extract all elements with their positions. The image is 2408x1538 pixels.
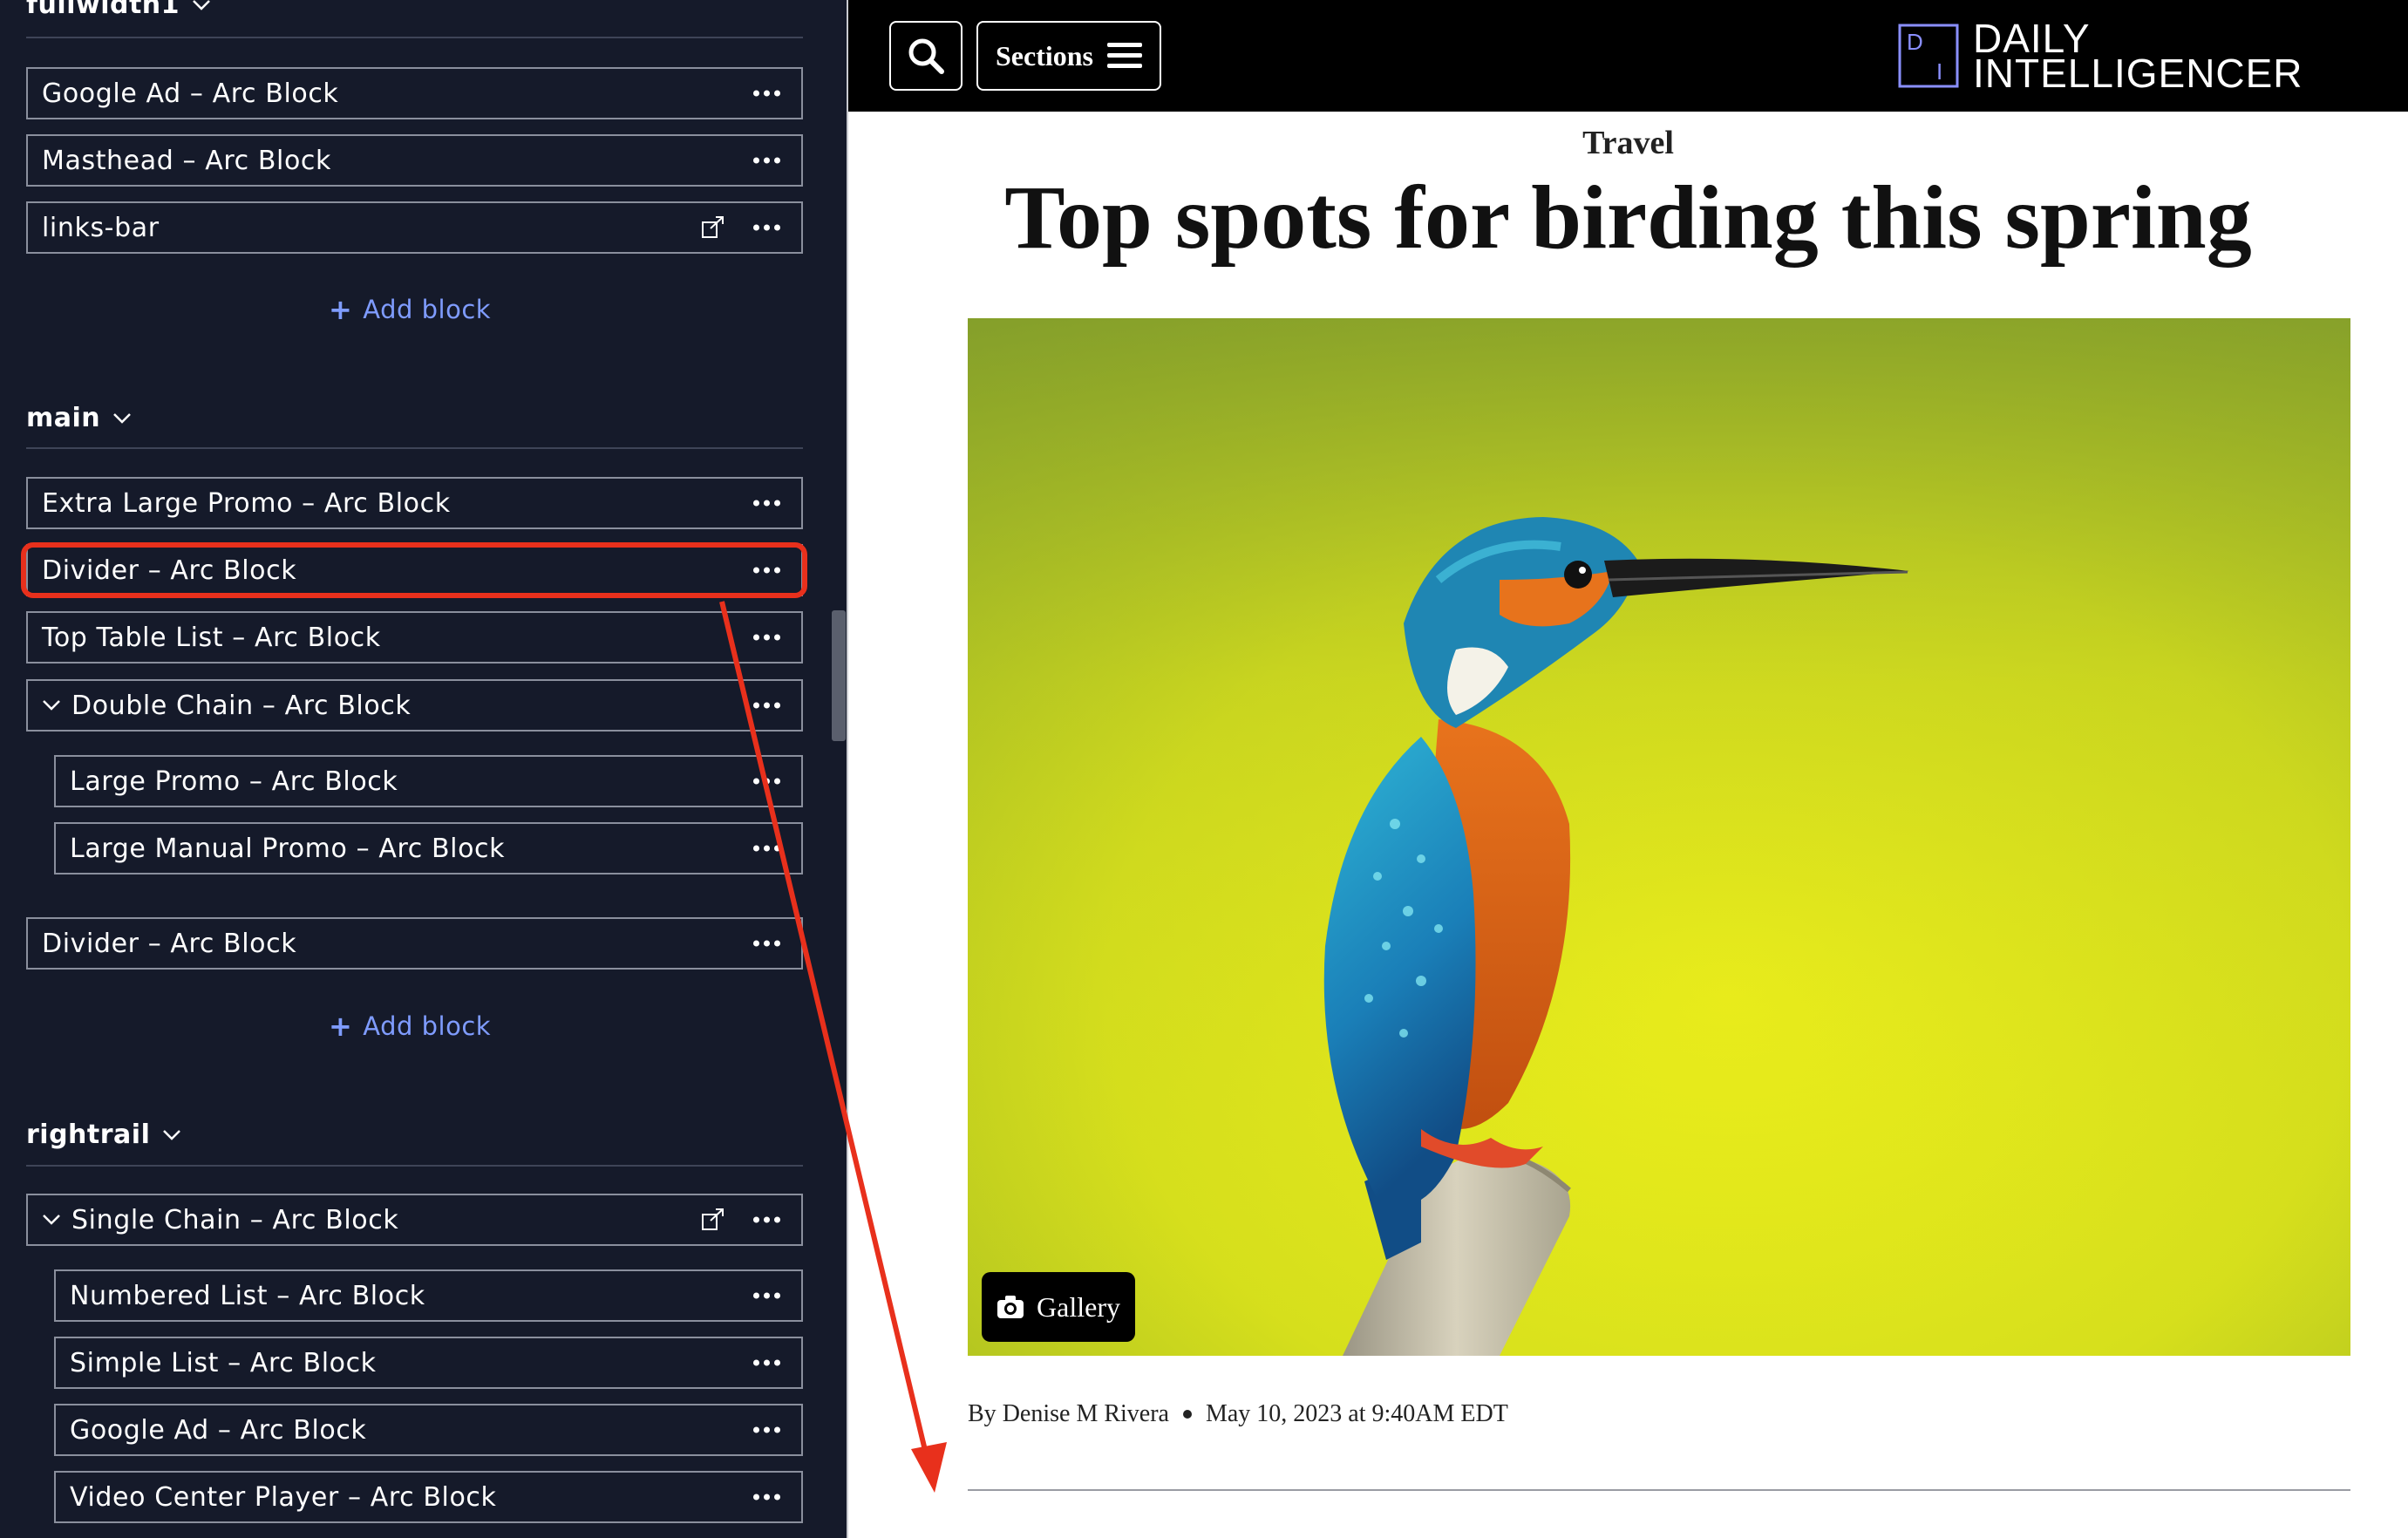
logo-mark-icon: D I xyxy=(1898,24,1959,88)
block-label: Extra Large Promo – Arc Block xyxy=(42,487,451,519)
svg-text:D: D xyxy=(1907,29,1923,55)
editor-panel: fullwidth1 Google Ad – Arc Block Masthea… xyxy=(0,0,847,1538)
section-title: fullwidth1 xyxy=(26,0,180,20)
search-button[interactable] xyxy=(889,21,963,91)
site-logo[interactable]: D I DAILY INTELLIGENCER xyxy=(1898,18,2303,96)
byline-prefix: By xyxy=(968,1400,997,1427)
logo-line-2: INTELLIGENCER xyxy=(1973,51,2303,96)
sections-label: Sections xyxy=(996,39,1093,71)
article-byline: By Denise M Rivera May 10, 2023 at 9:40A… xyxy=(968,1400,1508,1428)
more-options-icon[interactable] xyxy=(753,1359,780,1366)
annotation-highlight-box xyxy=(21,542,807,598)
article-headline: Top spots for birding this spring xyxy=(1004,167,2252,268)
site-header: Sections D I DAILY INTELLIGENCER xyxy=(848,0,2408,112)
gallery-button[interactable]: Gallery xyxy=(982,1272,1135,1342)
more-options-icon[interactable] xyxy=(753,1494,780,1501)
block-row-nested[interactable]: Large Promo – Arc Block xyxy=(54,755,803,807)
external-link-icon[interactable] xyxy=(700,214,726,241)
add-block-button[interactable]: + Add block xyxy=(0,1011,820,1041)
panel-scrollbar[interactable] xyxy=(832,610,846,741)
search-icon xyxy=(908,38,944,74)
block-label: Simple List – Arc Block xyxy=(70,1347,377,1378)
sections-menu-button[interactable]: Sections xyxy=(976,21,1161,91)
section-title: rightrail xyxy=(26,1119,151,1150)
section-header-main[interactable]: main xyxy=(26,403,132,433)
block-row-expandable[interactable]: Single Chain – Arc Block xyxy=(26,1194,803,1246)
external-link-icon[interactable] xyxy=(700,1207,726,1233)
chevron-down-icon xyxy=(163,1129,181,1140)
block-row[interactable]: Extra Large Promo – Arc Block xyxy=(26,477,803,529)
camera-icon xyxy=(997,1296,1024,1318)
chevron-down-icon xyxy=(113,412,132,424)
more-options-icon[interactable] xyxy=(753,157,780,164)
more-options-icon[interactable] xyxy=(753,500,780,507)
more-options-icon[interactable] xyxy=(753,1216,780,1223)
section-title: main xyxy=(26,403,101,433)
article-divider xyxy=(968,1489,2350,1491)
hero-image-kingfisher[interactable]: Gallery xyxy=(968,318,2350,1356)
block-row-nested[interactable]: Google Ad – Arc Block xyxy=(54,1404,803,1456)
add-block-label: Add block xyxy=(363,1011,492,1041)
chevron-down-icon xyxy=(193,0,210,10)
more-options-icon[interactable] xyxy=(753,1426,780,1433)
publish-date: May 10, 2023 at 9:40AM EDT xyxy=(1205,1400,1508,1427)
logo-wordmark: DAILY INTELLIGENCER xyxy=(1973,18,2303,96)
block-row[interactable]: Divider – Arc Block xyxy=(26,917,803,970)
block-row-nested[interactable]: Simple List – Arc Block xyxy=(54,1337,803,1389)
block-label: Large Promo – Arc Block xyxy=(70,766,398,797)
more-options-icon[interactable] xyxy=(753,634,780,641)
block-label: Top Table List – Arc Block xyxy=(42,622,381,653)
chevron-down-icon[interactable] xyxy=(42,1214,61,1226)
add-block-button[interactable]: + Add block xyxy=(0,295,820,324)
block-label: Masthead – Arc Block xyxy=(42,145,331,176)
byline-author-block: By Denise M Rivera xyxy=(968,1400,1169,1428)
block-row[interactable]: Google Ad – Arc Block xyxy=(26,67,803,119)
section-header-rightrail[interactable]: rightrail xyxy=(26,1119,181,1150)
block-label: Single Chain – Arc Block xyxy=(71,1204,399,1235)
block-label: Google Ad – Arc Block xyxy=(70,1414,367,1446)
hamburger-menu-icon xyxy=(1107,43,1142,68)
plus-icon: + xyxy=(328,1010,353,1043)
block-row-nested[interactable]: Numbered List – Arc Block xyxy=(54,1269,803,1322)
kingfisher-photo xyxy=(968,318,2350,1356)
block-label: Video Center Player – Arc Block xyxy=(70,1481,497,1513)
article-preview: Sections D I DAILY INTELLIGENCER Travel … xyxy=(848,0,2408,1538)
block-row-nested[interactable]: Video Center Player – Arc Block xyxy=(54,1471,803,1523)
chevron-down-icon[interactable] xyxy=(42,699,61,711)
plus-icon: + xyxy=(328,293,353,326)
block-label: Large Manual Promo – Arc Block xyxy=(70,833,506,864)
section-divider xyxy=(26,1165,803,1167)
more-options-icon[interactable] xyxy=(753,1292,780,1299)
block-label: Numbered List – Arc Block xyxy=(70,1280,425,1311)
svg-text:I: I xyxy=(1936,58,1942,85)
block-label: Divider – Arc Block xyxy=(42,928,297,959)
section-divider xyxy=(26,447,803,449)
article-section-kicker[interactable]: Travel xyxy=(848,124,2408,162)
block-row[interactable]: links-bar xyxy=(26,201,803,254)
block-label: Google Ad – Arc Block xyxy=(42,78,339,109)
author-link[interactable]: Denise M Rivera xyxy=(1003,1400,1169,1427)
add-block-label: Add block xyxy=(363,295,492,324)
more-options-icon[interactable] xyxy=(753,702,780,709)
section-divider xyxy=(26,37,803,38)
block-label: Double Chain – Arc Block xyxy=(71,690,412,721)
more-options-icon[interactable] xyxy=(753,940,780,947)
more-options-icon[interactable] xyxy=(753,778,780,785)
gallery-label: Gallery xyxy=(1037,1290,1120,1323)
more-options-icon[interactable] xyxy=(753,224,780,231)
block-row-nested[interactable]: Large Manual Promo – Arc Block xyxy=(54,822,803,874)
block-row-expandable[interactable]: Double Chain – Arc Block xyxy=(26,679,803,732)
block-row[interactable]: Top Table List – Arc Block xyxy=(26,611,803,664)
more-options-icon[interactable] xyxy=(753,845,780,852)
block-label: links-bar xyxy=(42,212,160,243)
more-options-icon[interactable] xyxy=(753,90,780,97)
section-header-fullwidth1[interactable]: fullwidth1 xyxy=(26,0,211,20)
byline-separator xyxy=(1182,1410,1192,1419)
block-row[interactable]: Masthead – Arc Block xyxy=(26,134,803,187)
